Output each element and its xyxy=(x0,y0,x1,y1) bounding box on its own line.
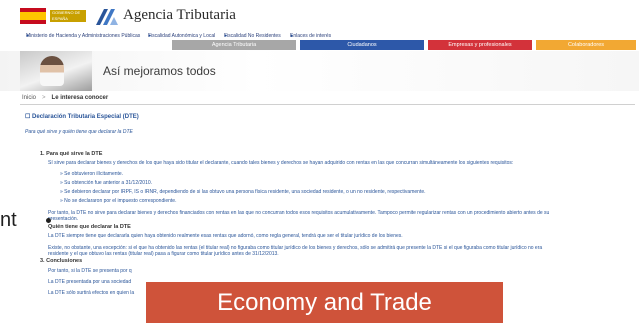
paragraph-por-tanto: Por tanto, la DTE no sirve para declarar… xyxy=(48,210,550,216)
hero-person-image xyxy=(40,56,64,86)
secondary-links: ● Ministerio de Hacienda y Administracion… xyxy=(0,31,639,39)
hero-title: Así mejoramos todos xyxy=(103,64,216,78)
economy-trade-banner: Economy and Trade xyxy=(146,282,503,323)
tab-agencia-tributaria[interactable]: Agencia Tributaria xyxy=(172,40,296,50)
section-subtitle: Para qué sirve y quién tiene que declara… xyxy=(25,129,133,135)
heading-para-que-sirve: 1. Para qué sirve la DTE xyxy=(40,151,103,157)
tab-empresas-profesionales[interactable]: Empresas y profesionales xyxy=(428,40,532,50)
main-nav: Agencia Tributaria Ciudadanos Empresas y… xyxy=(0,40,639,51)
section-title-text: Declaración Tributaria Especial (DTE) xyxy=(32,114,139,120)
link-label: Ministerio de Hacienda y Administracione… xyxy=(26,33,141,39)
breadcrumb-current: Le interesa conocer xyxy=(51,95,109,101)
hero-banner xyxy=(0,51,639,91)
list-item: » Se debieron declarar por IRPF, IS o IR… xyxy=(60,189,426,195)
link-label: Fiscalidad No Residentes xyxy=(224,33,281,39)
link-label: Fiscalidad Autonómica y Local xyxy=(148,33,216,39)
conclusion-line: La DTE sólo surtirá efectos en quien la xyxy=(48,290,135,296)
paragraph-para-que: Sí sirve para declarar bienes y derechos… xyxy=(48,160,514,166)
overlay-text-fragment: nt xyxy=(0,209,17,231)
paragraph-excepcion-cont: residente y el que obtuvo las rentas (ti… xyxy=(48,251,279,257)
breadcrumb-home[interactable]: Inicio xyxy=(22,95,36,101)
checkbox-icon: ☐ xyxy=(25,114,33,120)
overlay-bullet-icon xyxy=(46,218,51,223)
heading-conclusiones: 3. Conclusiones xyxy=(40,258,83,264)
paragraph-quien: La DTE siempre tiene que declararla quie… xyxy=(48,233,403,239)
list-item: » No se declararon por el impuesto corre… xyxy=(60,198,177,204)
paragraph-por-tanto-cont: presentación. xyxy=(48,216,79,222)
tab-colaboradores[interactable]: Colaboradores xyxy=(536,40,636,50)
list-item: » Su obtención fue anterior a 31/12/2010… xyxy=(60,180,153,186)
tab-ciudadanos[interactable]: Ciudadanos xyxy=(300,40,424,50)
section-title: ☐ Declaración Tributaria Especial (DTE) xyxy=(25,113,139,120)
government-logo-text: GOBIERNO DE ESPAÑA xyxy=(52,10,81,21)
breadcrumb: Inicio > Le interesa conocer xyxy=(22,95,108,101)
heading-quien: Quién tiene que declarar la DTE xyxy=(48,224,131,230)
site-header: GOBIERNO DE ESPAÑA Agencia Tributaria xyxy=(0,0,639,30)
divider xyxy=(20,104,635,105)
site-brand[interactable]: Agencia Tributaria xyxy=(123,7,236,24)
list-item: » Se obtuvieron ilícitamente. xyxy=(60,171,124,177)
conclusion-line: La DTE presentada por una sociedad xyxy=(48,279,132,285)
agencia-tributaria-logo-icon[interactable] xyxy=(94,5,120,27)
conclusion-line: Por tanto, si la DTE se presenta por q xyxy=(48,268,132,274)
breadcrumb-separator-icon: > xyxy=(42,95,46,101)
link-label: Enlaces de interés xyxy=(290,33,332,39)
spain-flag-logo xyxy=(20,8,46,24)
banner-text: Economy and Trade xyxy=(217,289,432,316)
government-logo: GOBIERNO DE ESPAÑA xyxy=(50,10,86,22)
